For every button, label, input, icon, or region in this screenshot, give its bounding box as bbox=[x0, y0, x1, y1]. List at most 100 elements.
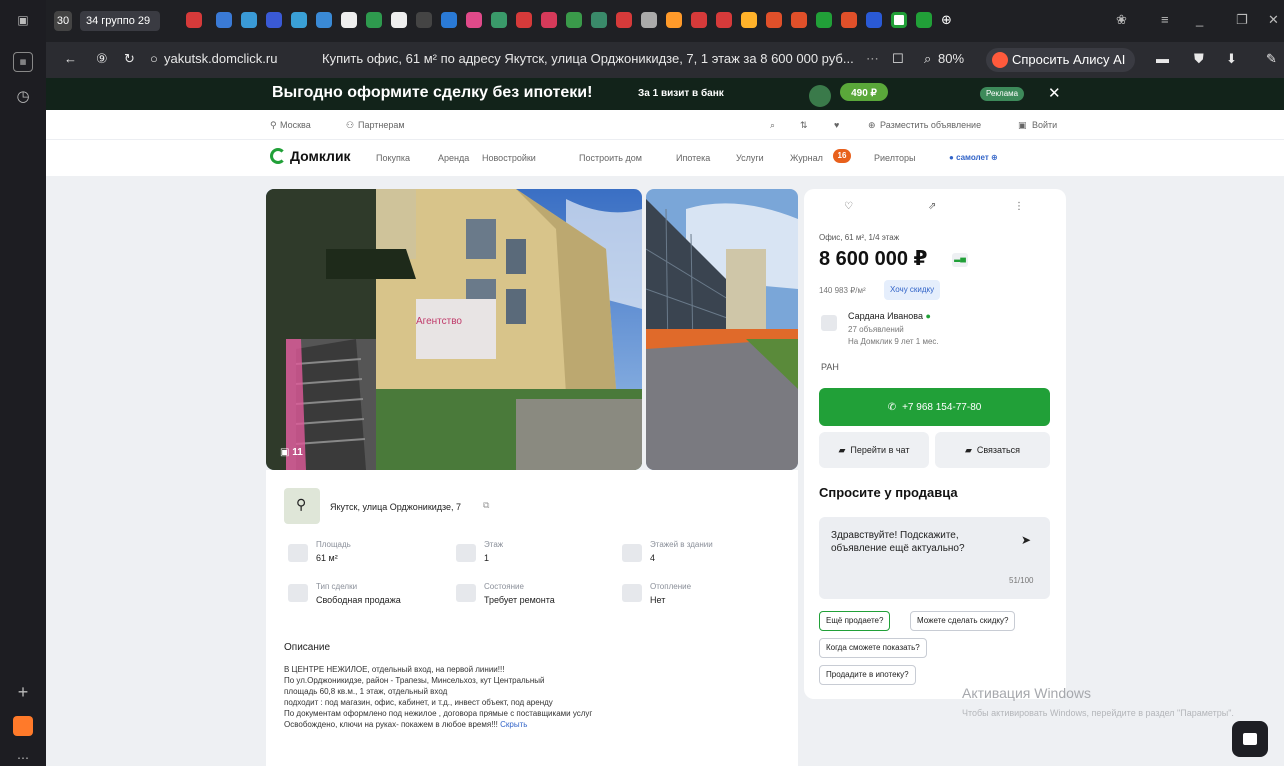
more-icon[interactable]: ⋯ bbox=[13, 748, 33, 766]
chat-fab-button[interactable] bbox=[1232, 721, 1268, 757]
partners-link[interactable]: Партнерам bbox=[358, 120, 405, 130]
hide-link[interactable]: Скрыть bbox=[500, 720, 527, 729]
ad-label[interactable]: Реклама bbox=[980, 87, 1025, 101]
tab-favicon[interactable] bbox=[816, 12, 832, 28]
ad-banner[interactable]: Выгодно оформите сделку без ипотеки! За … bbox=[46, 78, 1284, 110]
quick-reply-chip[interactable]: Можете сделать скидку? bbox=[910, 611, 1016, 631]
tab-favicon[interactable] bbox=[516, 12, 532, 28]
tab-favicon[interactable] bbox=[341, 12, 357, 28]
close-window-icon[interactable]: ✕ bbox=[1268, 12, 1279, 28]
tab-favicon[interactable] bbox=[841, 12, 857, 28]
tab-favicon[interactable] bbox=[241, 12, 257, 28]
search-icon[interactable]: ⌕ bbox=[770, 120, 775, 131]
favorite-icon[interactable]: ♡ bbox=[844, 201, 853, 212]
map-thumbnail[interactable]: ⚲ bbox=[284, 488, 320, 524]
show-phone-button[interactable]: ✆ +7 968 154-77-80 bbox=[819, 388, 1050, 426]
agent-avatar[interactable] bbox=[821, 315, 837, 331]
extension-icon[interactable]: ▬ bbox=[1156, 51, 1169, 66]
nav-item-build-house[interactable]: Построить дом bbox=[579, 153, 642, 163]
profile-icon[interactable]: ✎ bbox=[1266, 51, 1277, 67]
more-icon[interactable]: ⋮ bbox=[1014, 201, 1024, 212]
nav-item-rent[interactable]: Аренда bbox=[438, 153, 469, 163]
price-chart-icon[interactable]: ▂▄ bbox=[952, 253, 968, 267]
nav-item-newbuilds[interactable]: Новостройки bbox=[482, 153, 536, 163]
listing-photo-main[interactable]: Агентство ▣ 11 bbox=[266, 189, 642, 470]
close-icon[interactable]: ✕ bbox=[1048, 84, 1061, 102]
post-ad-link[interactable]: Разместить объявление bbox=[880, 120, 981, 130]
domclick-logo[interactable]: Домклик bbox=[270, 148, 351, 164]
tabs-panel-icon[interactable]: ▣ bbox=[13, 10, 33, 30]
login-link[interactable]: Войти bbox=[1032, 120, 1057, 130]
calendar-icon[interactable]: ▦ bbox=[13, 52, 33, 72]
downloads-icon[interactable]: ⬇ bbox=[1226, 51, 1237, 67]
active-tab-favicon[interactable] bbox=[891, 12, 907, 28]
yandex-icon[interactable]: ⑨ bbox=[96, 51, 108, 67]
add-panel-icon[interactable]: + bbox=[13, 682, 33, 702]
nav-item-buy[interactable]: Покупка bbox=[376, 153, 410, 163]
tab-favicon[interactable] bbox=[691, 12, 707, 28]
nav-item-mortgage[interactable]: Ипотека bbox=[676, 153, 710, 163]
nav-item-realtors[interactable]: Риелторы bbox=[874, 153, 916, 163]
restore-icon[interactable]: ❐ bbox=[1236, 12, 1248, 28]
compare-icon[interactable]: ⇅ bbox=[800, 120, 808, 131]
tab-favicon[interactable] bbox=[291, 12, 307, 28]
quick-reply-chip[interactable]: Продадите в ипотеку? bbox=[819, 665, 916, 685]
nav-item-services[interactable]: Услуги bbox=[736, 153, 764, 163]
tab-favicon[interactable] bbox=[416, 12, 432, 28]
message-input[interactable]: Здравствуйте! Подскажите, объявление ещё… bbox=[819, 517, 1050, 599]
reload-icon[interactable]: ↻ bbox=[124, 51, 135, 67]
copy-icon[interactable]: ⧉ bbox=[483, 500, 489, 511]
address-domain[interactable]: yakutsk.domclick.ru bbox=[164, 51, 277, 66]
app-icon[interactable] bbox=[13, 716, 33, 736]
agent-name[interactable]: Сардана Иванова ● bbox=[848, 311, 931, 321]
tab-count[interactable]: 30 bbox=[54, 11, 72, 31]
tab-favicon[interactable] bbox=[866, 12, 882, 28]
tab-favicon[interactable] bbox=[766, 12, 782, 28]
contact-button[interactable]: ▰ Связаться bbox=[935, 432, 1050, 468]
tab-favicon[interactable] bbox=[566, 12, 582, 28]
favorites-icon[interactable]: ♥ bbox=[834, 120, 839, 130]
tab-favicon[interactable] bbox=[316, 12, 332, 28]
nav-item-journal[interactable]: Журнал bbox=[790, 153, 823, 163]
tab-favicon[interactable] bbox=[541, 12, 557, 28]
tab-favicon[interactable] bbox=[366, 12, 382, 28]
tab-favicon[interactable] bbox=[591, 12, 607, 28]
tab-favicon[interactable] bbox=[186, 12, 202, 28]
zoom-level[interactable]: 80% bbox=[938, 51, 964, 66]
shield-icon[interactable]: ⛊ bbox=[1194, 51, 1204, 67]
more-icon[interactable]: ⋯ bbox=[866, 51, 879, 67]
city-link[interactable]: Москва bbox=[280, 120, 311, 130]
tab-favicon[interactable] bbox=[216, 12, 232, 28]
discount-button[interactable]: Хочу скидку bbox=[884, 280, 941, 300]
quick-reply-chip[interactable]: Когда сможете показать? bbox=[819, 638, 927, 658]
tab-favicon[interactable] bbox=[466, 12, 482, 28]
zoom-icon[interactable]: ⌕ bbox=[924, 51, 931, 67]
tab-favicon[interactable] bbox=[616, 12, 632, 28]
menu-icon[interactable]: ≡ bbox=[1161, 12, 1169, 27]
extension-icon[interactable]: ❀ bbox=[1116, 12, 1127, 28]
back-icon[interactable]: ← bbox=[64, 51, 77, 66]
history-icon[interactable]: ◷ bbox=[13, 86, 33, 106]
alice-button[interactable]: Спросить Алису AI bbox=[986, 48, 1136, 72]
minimize-icon[interactable]: _ bbox=[1196, 12, 1203, 27]
tab-favicon[interactable] bbox=[666, 12, 682, 28]
new-tab-icon[interactable]: ⊕ bbox=[941, 12, 952, 28]
photo-counter[interactable]: ▣ 11 bbox=[280, 447, 303, 458]
quick-reply-chip[interactable]: Ещё продаете? bbox=[819, 611, 891, 631]
tab-favicon[interactable] bbox=[716, 12, 732, 28]
bookmark-icon[interactable]: ☐ bbox=[892, 51, 904, 67]
page-title[interactable]: Купить офис, 61 м² по адресу Якутск, ули… bbox=[322, 51, 858, 66]
tab-group[interactable]: 34 группо 29 bbox=[80, 11, 160, 31]
tab-favicon[interactable] bbox=[491, 12, 507, 28]
tab-favicon[interactable] bbox=[791, 12, 807, 28]
tab-favicon[interactable] bbox=[441, 12, 457, 28]
go-to-chat-button[interactable]: ▰ Перейти в чат bbox=[819, 432, 929, 468]
tab-favicon[interactable] bbox=[741, 12, 757, 28]
tab-favicon[interactable] bbox=[391, 12, 407, 28]
listing-photo-secondary[interactable] bbox=[646, 189, 798, 470]
share-icon[interactable]: ⇗ bbox=[928, 201, 936, 212]
samolet-link[interactable]: ● самолет ⊕ bbox=[949, 153, 998, 162]
send-icon[interactable]: ➤ bbox=[1021, 533, 1031, 547]
tab-favicon[interactable] bbox=[916, 12, 932, 28]
tab-favicon[interactable] bbox=[641, 12, 657, 28]
